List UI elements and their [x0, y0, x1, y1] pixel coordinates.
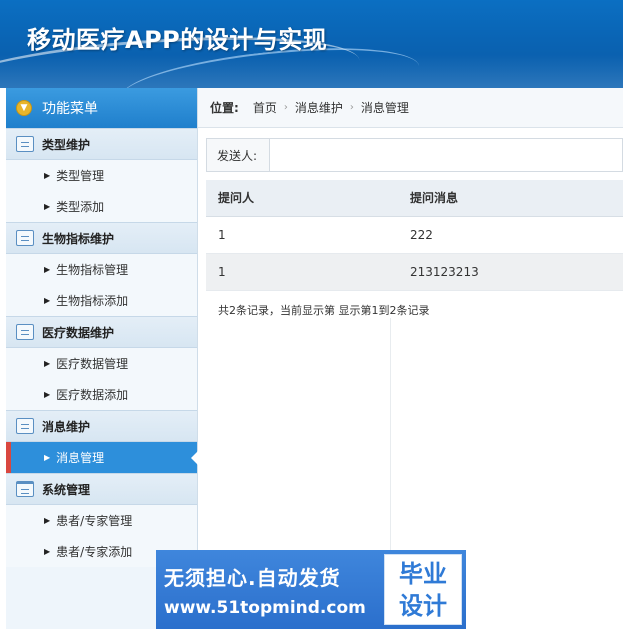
watermark-ad: 无须担心.自动发货 www.51topmind.com 毕业 设计 — [156, 550, 466, 629]
sender-filter: 发送人: — [206, 138, 623, 172]
sidebar-section-label: 医疗数据维护 — [42, 325, 115, 340]
breadcrumb: 位置: 首页 › 消息维护 › 消息管理 — [198, 88, 623, 128]
menu-title: 功能菜单 — [42, 101, 98, 117]
sidebar-item-label: 消息管理 — [56, 451, 105, 465]
table-row[interactable]: 1 213123213 — [206, 253, 623, 291]
chevron-down-icon: ▼ — [16, 100, 32, 116]
sidebar-item-user-manage[interactable]: ▶ 患者/专家管理 — [6, 505, 197, 536]
breadcrumb-section[interactable]: 消息维护 — [295, 99, 343, 116]
cell-asker: 1 — [206, 216, 398, 254]
ad-url: www.51topmind.com — [164, 598, 366, 618]
sidebar-section-type[interactable]: 类型维护 — [6, 128, 197, 160]
sidebar-item-label: 生物指标添加 — [56, 294, 129, 308]
messages-table: 提问人 提问消息 1 222 1 213123213 — [206, 180, 623, 291]
ad-badge: 毕业 设计 — [384, 554, 462, 625]
column-header-message[interactable]: 提问消息 — [398, 180, 623, 217]
breadcrumb-current: 消息管理 — [360, 101, 409, 115]
ad-badge-line2: 设计 — [399, 591, 447, 620]
breadcrumb-home[interactable]: 首页 — [253, 99, 277, 116]
sidebar-section-label: 消息维护 — [42, 419, 91, 434]
triangle-right-icon: ▶ — [44, 453, 51, 462]
sidebar-section-label: 系统管理 — [42, 482, 91, 497]
chevron-right-icon: › — [283, 102, 288, 113]
breadcrumb-label: 位置: — [210, 101, 239, 115]
sidebar-section-bio[interactable]: 生物指标维护 — [6, 222, 197, 254]
list-icon — [16, 230, 34, 246]
menu-header: ▼ 功能菜单 — [6, 88, 197, 128]
sidebar-item-label: 医疗数据添加 — [56, 388, 129, 402]
table-header-row: 提问人 提问消息 — [206, 180, 623, 217]
triangle-right-icon: ▶ — [44, 547, 51, 556]
triangle-right-icon: ▶ — [44, 390, 51, 399]
sidebar-item-label: 患者/专家管理 — [56, 514, 133, 528]
sidebar-item-bio-manage[interactable]: ▶ 生物指标管理 — [6, 254, 197, 285]
list-icon — [16, 136, 34, 152]
cell-message: 222 — [398, 216, 623, 254]
sidebar-item-bio-add[interactable]: ▶ 生物指标添加 — [6, 285, 197, 316]
ad-slogan: 无须担心.自动发货 — [164, 566, 341, 590]
column-header-asker[interactable]: 提问人 — [206, 180, 398, 217]
triangle-right-icon: ▶ — [44, 265, 51, 274]
triangle-right-icon: ▶ — [44, 202, 51, 211]
table-row[interactable]: 1 222 — [206, 216, 623, 254]
sidebar-item-label: 生物指标管理 — [56, 263, 129, 277]
sidebar-item-label: 类型添加 — [56, 200, 105, 214]
list-icon — [16, 324, 34, 340]
active-notch — [191, 451, 198, 465]
triangle-right-icon: ▶ — [44, 359, 51, 368]
chevron-right-icon: › — [349, 102, 354, 113]
sidebar-item-type-manage[interactable]: ▶ 类型管理 — [6, 160, 197, 191]
sidebar-item-medical-manage[interactable]: ▶ 医疗数据管理 — [6, 348, 197, 379]
triangle-right-icon: ▶ — [44, 516, 51, 525]
sender-input[interactable] — [269, 139, 622, 171]
sidebar-item-message-manage[interactable]: ▶ 消息管理 — [6, 442, 198, 473]
triangle-right-icon: ▶ — [44, 296, 51, 305]
sidebar-item-medical-add[interactable]: ▶ 医疗数据添加 — [6, 379, 197, 410]
sidebar-section-message[interactable]: 消息维护 — [6, 410, 197, 442]
ad-badge-line1: 毕业 — [399, 559, 447, 588]
sidebar-item-label: 患者/专家添加 — [56, 545, 133, 559]
sidebar-section-label: 类型维护 — [42, 137, 91, 152]
sidebar-item-label: 类型管理 — [56, 169, 105, 183]
app-header: 移动医疗APP的设计与实现 — [0, 0, 623, 88]
main-content: 位置: 首页 › 消息维护 › 消息管理 发送人: 提问人 提问消息 1 222… — [198, 88, 623, 629]
sidebar-item-label: 医疗数据管理 — [56, 357, 129, 371]
sender-label: 发送人: — [217, 148, 258, 163]
sidebar-section-medical[interactable]: 医疗数据维护 — [6, 316, 197, 348]
sidebar-section-label: 生物指标维护 — [42, 231, 115, 246]
cell-asker: 1 — [206, 253, 398, 291]
list-icon — [16, 418, 34, 434]
calendar-icon — [16, 481, 34, 497]
pagination-info: 共2条记录，当前显示第 显示第1到2条记录 — [218, 304, 430, 317]
cell-message: 213123213 — [398, 253, 623, 291]
sidebar: ▼ 功能菜单 类型维护 ▶ 类型管理 ▶ 类型添加 生物指标维护 ▶ 生物指标管… — [6, 88, 198, 629]
sidebar-item-type-add[interactable]: ▶ 类型添加 — [6, 191, 197, 222]
app-title: 移动医疗APP的设计与实现 — [27, 26, 328, 54]
triangle-right-icon: ▶ — [44, 171, 51, 180]
sidebar-section-system[interactable]: 系统管理 — [6, 473, 197, 505]
